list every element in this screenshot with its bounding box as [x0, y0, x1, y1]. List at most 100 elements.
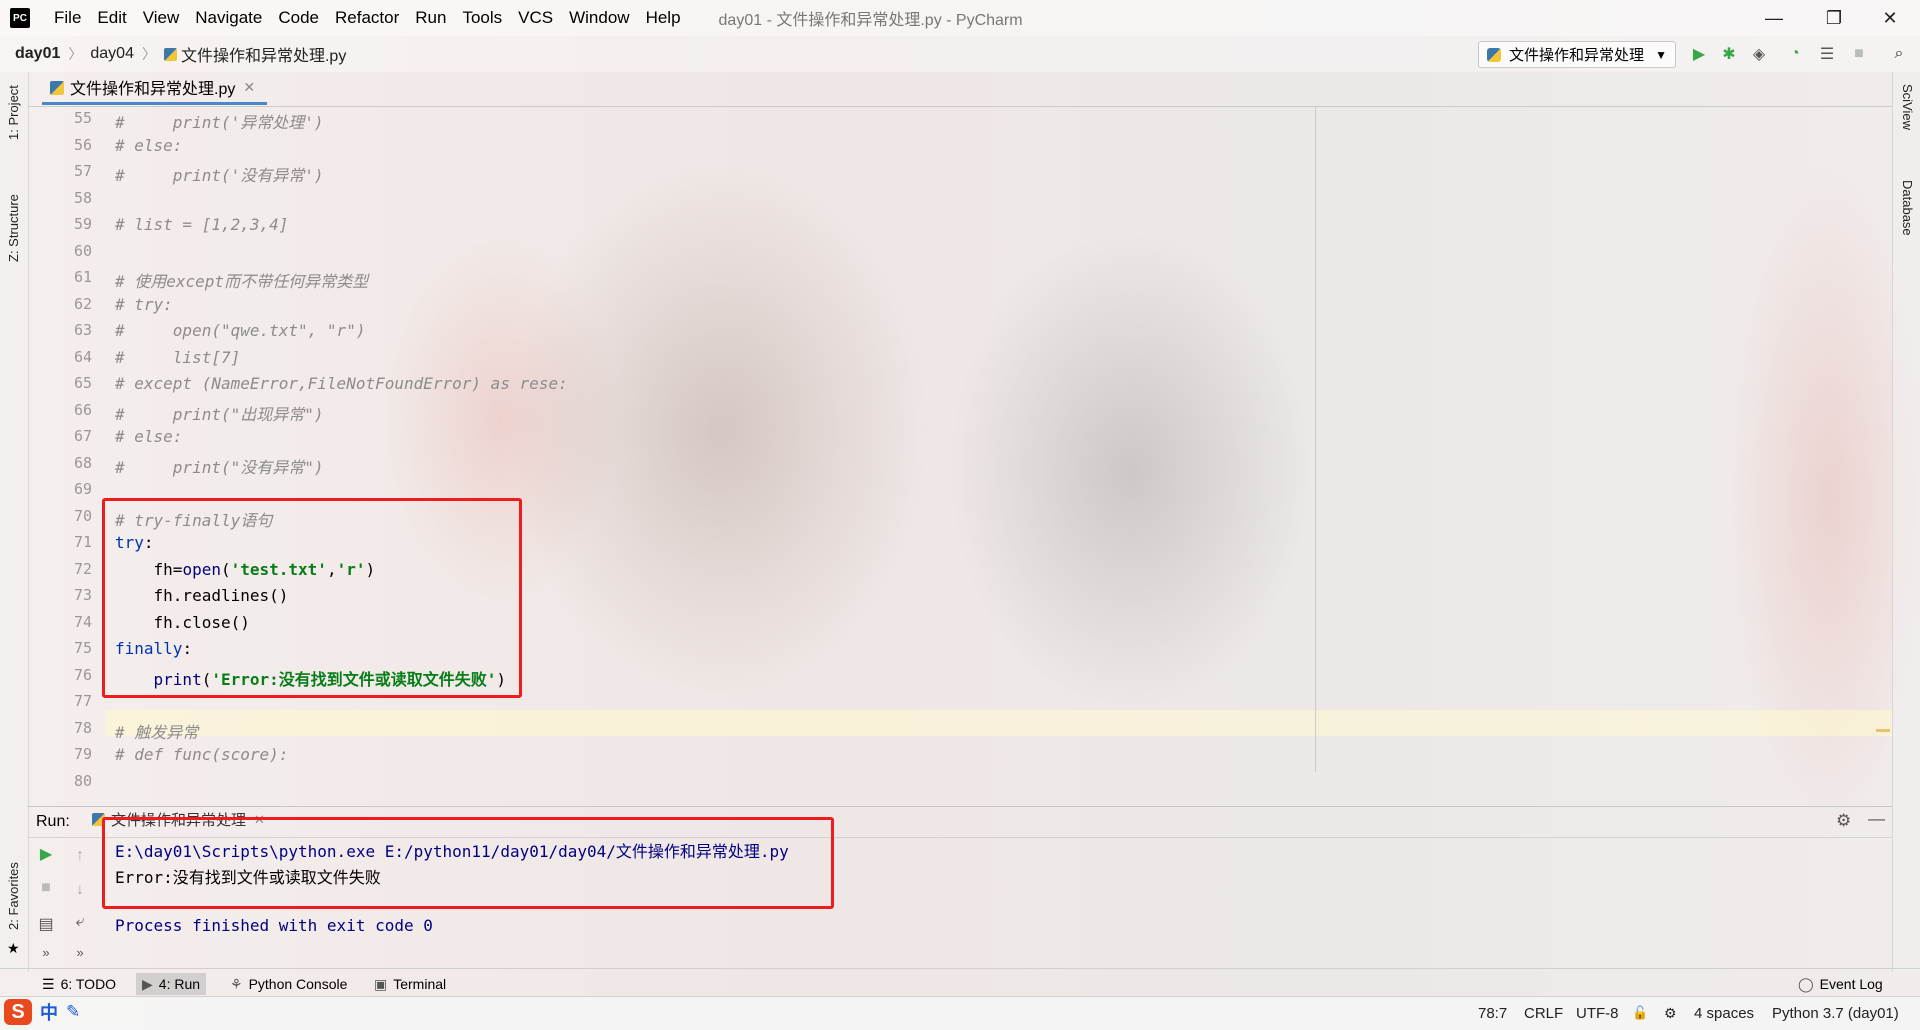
menu-window[interactable]: Window	[569, 8, 629, 28]
breadcrumb-file[interactable]: 文件操作和异常处理.py	[181, 42, 346, 66]
python-console-tab[interactable]: ⚘ Python Console	[224, 973, 353, 995]
python-icon	[1487, 47, 1501, 62]
terminal-tab-label: Terminal	[393, 976, 447, 992]
menu-tools[interactable]: Tools	[462, 8, 502, 28]
editor-tab-label: 文件操作和异常处理.py	[70, 81, 236, 98]
pycharm-logo-icon: PC	[10, 8, 30, 28]
run-tool-tab[interactable]: ▶ 4: Run	[136, 973, 207, 995]
stop-icon[interactable]: ■	[1848, 43, 1870, 65]
gear-icon[interactable]: ⚙	[1836, 811, 1851, 831]
event-log-tab[interactable]: ◯ Event Log	[1792, 973, 1889, 995]
code-token: # print("出现异常")	[115, 404, 324, 424]
code-token: # list[7]	[115, 347, 241, 367]
breadcrumb-project[interactable]: day01	[15, 45, 60, 63]
down-arrow-icon[interactable]: ↓	[68, 878, 92, 902]
cursor-position[interactable]: 78:7	[1478, 1005, 1507, 1022]
soft-wrap-icon[interactable]: ⤶	[68, 910, 92, 934]
menu-run[interactable]: Run	[415, 8, 446, 28]
terminal-tab[interactable]: ▣ Terminal	[368, 973, 452, 995]
ime-mode[interactable]: 中	[40, 999, 58, 1025]
run-panel-label: Run:	[36, 813, 70, 830]
run-configuration-select[interactable]: 文件操作和异常处理 ▼	[1478, 41, 1676, 68]
status-bar: S 中 ✎ 78:7 CRLF UTF-8 🔓 ⚙ 4 spaces Pytho…	[0, 996, 1920, 1030]
line-number: 77	[73, 692, 92, 710]
navigation-bar: day01 〉 day04 〉 文件操作和异常处理.py 文件操作和异常处理 ▼…	[0, 36, 1920, 72]
line-number-gutter: 55 56 57 58 59 60 61 62 63 64 65 66 67 68 69 70 71 72 73 74…	[28, 107, 106, 790]
more-icon[interactable]: »	[68, 940, 92, 964]
up-arrow-icon[interactable]: ↑	[68, 844, 92, 868]
line-separator[interactable]: CRLF	[1524, 1005, 1563, 1022]
close-button[interactable]: ✕	[1862, 0, 1918, 36]
code-line: # except (NameError,FileNotFoundError) a…	[115, 374, 568, 393]
code-line: # if score<0 or score>100:	[115, 772, 404, 773]
line-number: 57	[73, 162, 92, 180]
menu-view[interactable]: View	[143, 8, 180, 28]
todo-tab-label: 6: TODO	[60, 976, 117, 992]
highlight-box-output	[102, 817, 834, 909]
code-token: # print('没有异常')	[115, 166, 324, 185]
breadcrumb-folder[interactable]: day04	[90, 45, 134, 63]
title-bar: PC File Edit View Navigate Code Refactor…	[0, 0, 1920, 36]
code-token: # open("qwe.txt", "r")	[115, 321, 366, 340]
ime-toolbar[interactable]: S 中 ✎	[4, 999, 80, 1025]
menu-navigate[interactable]: Navigate	[195, 8, 262, 28]
line-number: 56	[73, 135, 92, 154]
run-icon[interactable]: ▶	[1688, 43, 1710, 65]
run-tool-tab-label: 4: Run	[158, 976, 201, 992]
line-number: 71	[73, 533, 92, 551]
line-number: 67	[73, 427, 92, 445]
code-line: # def func(score):	[115, 745, 288, 764]
menu-file[interactable]: File	[54, 8, 81, 28]
code-line: # print('没有异常')	[115, 162, 324, 186]
layout-icon[interactable]: ▤	[34, 912, 58, 936]
favorites-tool-button[interactable]: 2: Favorites	[6, 862, 21, 930]
todo-tab[interactable]: ☰ 6: TODO	[36, 973, 122, 995]
code-token: # 使用except而不带任何异常类型	[115, 272, 369, 291]
left-tool-strip: 1: Project Z: Structure 2: Favorites ★	[0, 72, 29, 972]
lock-icon[interactable]: 🔓	[1632, 1005, 1648, 1021]
bottom-tool-tabs: ☰ 6: TODO ▶ 4: Run ⚘ Python Console ▣ Te…	[0, 968, 1920, 997]
line-number: 78	[73, 718, 92, 737]
console-line: Process finished with exit code 0	[115, 916, 433, 935]
line-number: 73	[73, 586, 92, 604]
sciview-tool-button[interactable]: SciView	[1900, 84, 1915, 130]
structure-tool-button[interactable]: Z: Structure	[6, 194, 21, 262]
menu-edit[interactable]: Edit	[97, 8, 126, 28]
code-token: # print('异常处理')	[115, 113, 324, 132]
menu-code[interactable]: Code	[278, 8, 319, 28]
profile-icon[interactable]: ◔	[1784, 43, 1806, 65]
code-token: # def func(score):	[115, 745, 289, 764]
menu-vcs[interactable]: VCS	[518, 8, 553, 28]
code-token: # if score<0 or score>100:	[115, 772, 404, 773]
file-encoding[interactable]: UTF-8	[1576, 1005, 1619, 1022]
line-number: 69	[73, 480, 92, 498]
rerun-icon[interactable]: ▶	[34, 842, 58, 866]
database-tool-button[interactable]: Database	[1900, 180, 1915, 236]
menu-help[interactable]: Help	[646, 8, 681, 28]
line-number: 55	[73, 109, 92, 127]
more-icon[interactable]: »	[34, 940, 58, 964]
code-line: # else:	[115, 136, 182, 155]
line-number: 64	[73, 347, 92, 366]
build-icon[interactable]: ☰	[1816, 43, 1838, 65]
project-tool-button[interactable]: 1: Project	[6, 85, 21, 140]
code-token: # except (NameError,FileNotFoundError) a…	[115, 374, 568, 393]
coverage-icon[interactable]: ◈	[1748, 43, 1770, 65]
line-number: 74	[73, 612, 92, 631]
minimize-button[interactable]: —	[1746, 0, 1802, 36]
line-number: 63	[73, 321, 92, 339]
close-tab-icon[interactable]: ✕	[243, 79, 255, 96]
code-line: # print('异常处理')	[115, 109, 324, 133]
debug-icon[interactable]: ✱	[1718, 43, 1740, 65]
stop-icon[interactable]: ■	[34, 876, 58, 900]
search-icon[interactable]: ⌕	[1888, 43, 1910, 65]
menu-refactor[interactable]: Refactor	[335, 8, 399, 28]
pen-icon[interactable]: ✎	[66, 1002, 80, 1022]
hide-panel-icon[interactable]: —	[1868, 809, 1885, 829]
python-interpreter[interactable]: Python 3.7 (day01)	[1772, 1005, 1899, 1022]
code-line: # try:	[115, 295, 173, 314]
editor-tab[interactable]: 文件操作和异常处理.py ✕	[42, 72, 268, 105]
terminal-icon: ▣	[374, 975, 388, 992]
maximize-button[interactable]: ❐	[1806, 0, 1862, 36]
indent-setting[interactable]: 4 spaces	[1694, 1005, 1754, 1022]
